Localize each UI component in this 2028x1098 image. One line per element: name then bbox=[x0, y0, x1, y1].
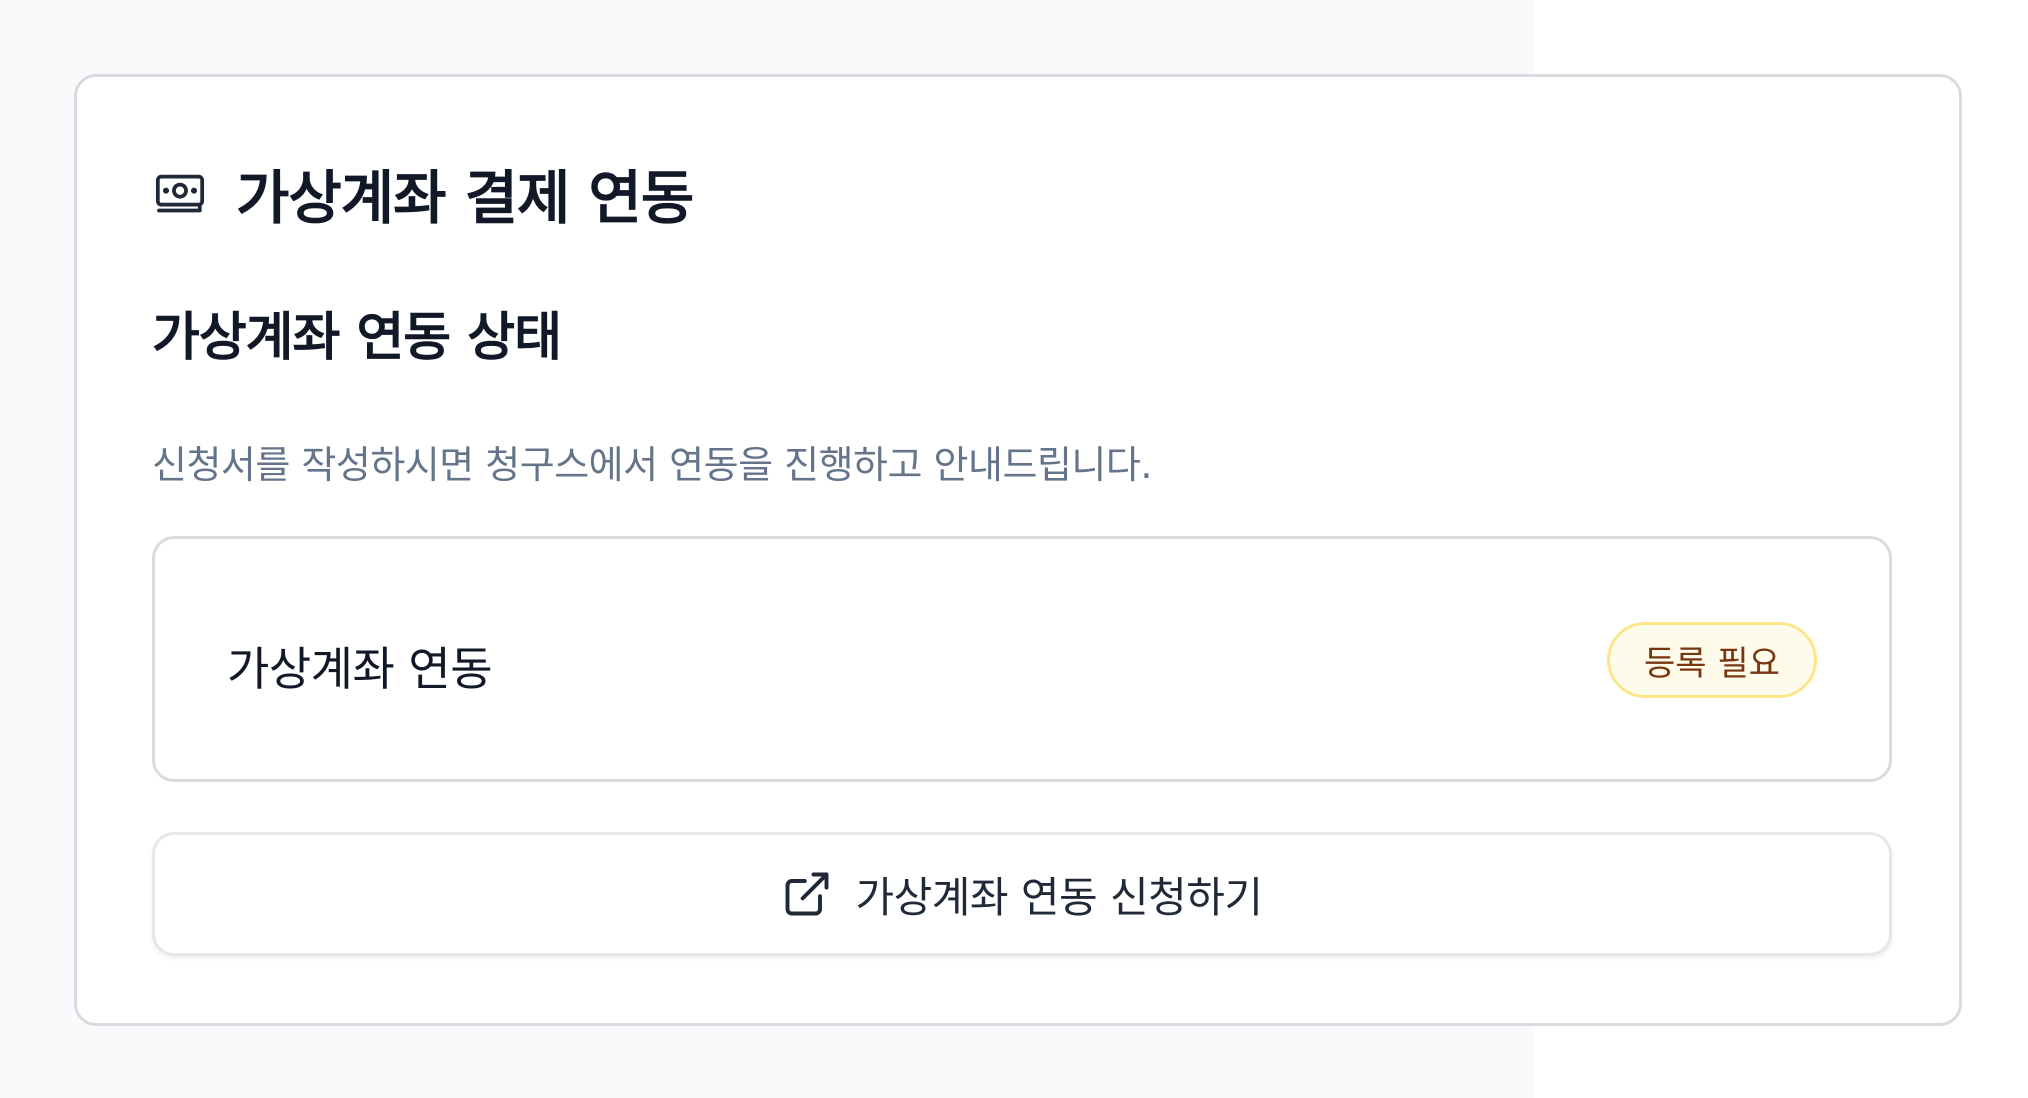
external-link-icon bbox=[781, 868, 833, 920]
section-title: 가상계좌 연동 상태 bbox=[152, 308, 562, 368]
apply-button-label: 가상계좌 연동 신청하기 bbox=[855, 872, 1263, 922]
status-row: 가상계좌 연동 등록 필요 bbox=[152, 536, 1892, 782]
section-description: 신청서를 작성하시면 청구스에서 연동을 진행하고 안내드립니다. bbox=[152, 443, 1152, 487]
card-header: 가상계좌 결제 연동 bbox=[152, 157, 694, 232]
virtual-account-card: 가상계좌 결제 연동 가상계좌 연동 상태 신청서를 작성하시면 청구스에서 연… bbox=[74, 74, 1962, 1026]
card-title: 가상계좌 결제 연동 bbox=[236, 164, 694, 232]
apply-button[interactable]: 가상계좌 연동 신청하기 bbox=[152, 832, 1892, 956]
status-badge: 등록 필요 bbox=[1607, 622, 1817, 698]
status-label: 가상계좌 연동 bbox=[227, 642, 493, 696]
banknote-icon bbox=[152, 165, 208, 221]
